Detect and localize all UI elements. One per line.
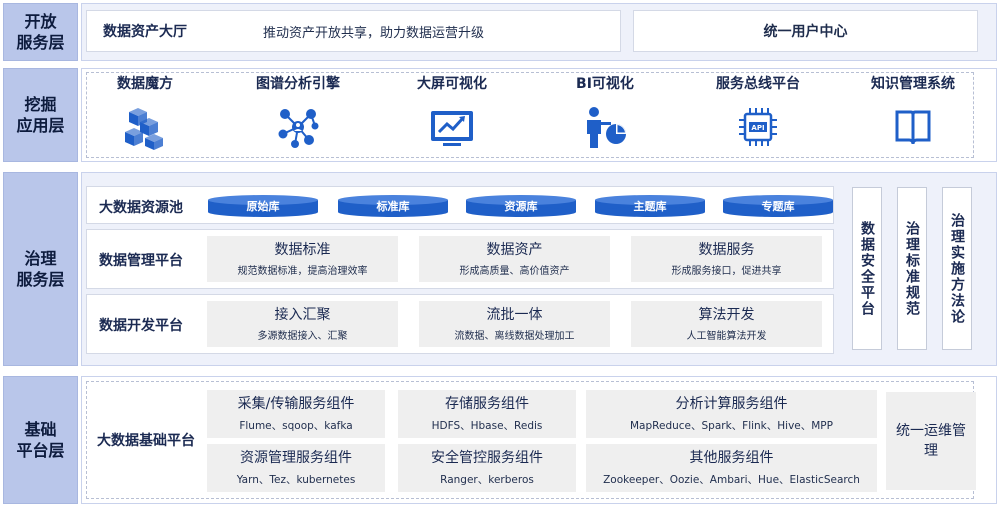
layer-label-mining: 挖掘 应用层 xyxy=(3,68,78,162)
resource-pool-row: 大数据资源池 xyxy=(86,186,834,224)
app-title: BI可视化 xyxy=(576,76,634,92)
library-label: 主题库 xyxy=(633,200,667,213)
data-asset-hall-desc: 推动资产开放共享，助力数据运营升级 xyxy=(263,25,485,41)
component-subtitle: Yarn、Tez、kubernetes xyxy=(236,474,356,486)
book-icon xyxy=(895,110,931,145)
cell-stream-batch[interactable]: 流批一体 流数据、离线数据处理加工 xyxy=(419,301,610,347)
app-title: 服务总线平台 xyxy=(716,76,800,92)
cell-data-service[interactable]: 数据服务 形成服务接口，促进共享 xyxy=(631,236,822,282)
app-data-cube[interactable]: 数据魔方 xyxy=(70,74,220,158)
cell-subtitle: 人工智能算法开发 xyxy=(686,331,767,342)
data-management-title: 数据管理平台 xyxy=(99,253,183,269)
component-title: 资源管理服务组件 xyxy=(240,450,352,466)
data-security-platform[interactable]: 数据安全平台 xyxy=(852,187,882,350)
app-title: 知识管理系统 xyxy=(871,76,955,92)
library-label: 标准库 xyxy=(376,200,410,213)
layer-label-governance: 治理 服务层 xyxy=(3,172,78,366)
cell-algorithm-dev[interactable]: 算法开发 人工智能算法开发 xyxy=(631,301,822,347)
component-subtitle: Flume、sqoop、kafka xyxy=(239,420,353,432)
side-box-label: 治理实施方法论 xyxy=(949,212,965,325)
app-title: 大屏可视化 xyxy=(417,76,487,92)
bi-person-chart-icon xyxy=(587,107,626,148)
comp-storage[interactable]: 存储服务组件 HDFS、Hbase、Redis xyxy=(398,390,576,438)
component-title: 其他服务组件 xyxy=(689,450,774,466)
resource-pool-title: 大数据资源池 xyxy=(99,200,183,216)
foundation-title: 大数据基础平台 xyxy=(97,433,195,449)
component-title: 存储服务组件 xyxy=(445,396,529,412)
library-label: 原始库 xyxy=(246,200,280,213)
library-standard[interactable]: 标准库 xyxy=(338,195,448,217)
library-topic[interactable]: 专题库 xyxy=(723,195,833,217)
component-subtitle: Zookeeper、Oozie、Ambari、Hue、ElasticSearch xyxy=(603,474,860,486)
component-title: 安全管控服务组件 xyxy=(431,450,543,466)
cell-subtitle: 形成高质量、高价值资产 xyxy=(459,266,570,277)
unified-ops-management[interactable]: 统一运维管理 xyxy=(886,392,976,490)
cell-title: 流批一体 xyxy=(486,307,543,323)
cubes-icon xyxy=(125,108,163,150)
governance-methodology[interactable]: 治理实施方法论 xyxy=(942,187,972,350)
component-title: 采集/传输服务组件 xyxy=(237,396,355,412)
component-title: 分析计算服务组件 xyxy=(675,396,788,412)
comp-security-control[interactable]: 安全管控服务组件 Ranger、kerberos xyxy=(398,444,576,492)
cell-data-asset[interactable]: 数据资产 形成高质量、高价值资产 xyxy=(419,236,610,282)
cell-subtitle: 流数据、离线数据处理加工 xyxy=(454,331,575,342)
comp-other-services[interactable]: 其他服务组件 Zookeeper、Oozie、Ambari、Hue、Elasti… xyxy=(586,444,877,492)
side-box-label: 数据安全平台 xyxy=(859,220,875,317)
library-label: 专题库 xyxy=(761,200,795,213)
component-subtitle: Ranger、kerberos xyxy=(440,474,534,486)
cell-subtitle: 多源数据接入、汇聚 xyxy=(257,331,348,342)
governance-standards[interactable]: 治理标准规范 xyxy=(897,187,927,350)
library-resource[interactable]: 资源库 xyxy=(466,195,576,217)
app-service-bus[interactable]: 服务总线平台 API xyxy=(683,74,833,158)
comp-collect-transport[interactable]: 采集/传输服务组件 Flume、sqoop、kafka xyxy=(207,390,385,438)
comp-resource-mgmt[interactable]: 资源管理服务组件 Yarn、Tez、kubernetes xyxy=(207,444,385,492)
cell-subtitle: 规范数据标准，提高治理效率 xyxy=(237,266,368,277)
cell-data-standard[interactable]: 数据标准 规范数据标准，提高治理效率 xyxy=(207,236,398,282)
screen-chart-icon xyxy=(431,111,473,146)
graph-network-icon xyxy=(278,109,319,148)
layer-label-foundation: 基础 平台层 xyxy=(3,376,78,504)
unified-user-center[interactable]: 统一用户中心 xyxy=(633,10,978,52)
layer-label-open: 开放 服务层 xyxy=(3,3,78,61)
cell-title: 数据标准 xyxy=(274,242,331,258)
comp-analytics-compute[interactable]: 分析计算服务组件 MapReduce、Spark、Flink、Hive、MPP xyxy=(586,390,877,438)
data-development-title: 数据开发平台 xyxy=(99,318,183,334)
svg-text:API: API xyxy=(751,124,764,132)
cell-title: 接入汇聚 xyxy=(274,307,331,323)
component-subtitle: MapReduce、Spark、Flink、Hive、MPP xyxy=(630,420,833,432)
side-box-label: 治理标准规范 xyxy=(904,220,920,317)
cell-subtitle: 形成服务接口，促进共享 xyxy=(671,266,782,277)
cell-ingest[interactable]: 接入汇聚 多源数据接入、汇聚 xyxy=(207,301,398,347)
api-chip-icon: API xyxy=(739,108,777,146)
app-knowledge-mgmt[interactable]: 知识管理系统 xyxy=(838,74,988,158)
app-big-screen[interactable]: 大屏可视化 xyxy=(377,74,527,158)
library-original[interactable]: 原始库 xyxy=(208,195,318,217)
library-label: 资源库 xyxy=(504,200,538,213)
component-subtitle: HDFS、Hbase、Redis xyxy=(431,420,543,432)
cell-title: 算法开发 xyxy=(698,307,755,323)
app-bi[interactable]: BI可视化 xyxy=(530,74,680,158)
data-asset-hall-title: 数据资产大厅 xyxy=(103,24,187,40)
cell-title: 数据资产 xyxy=(486,242,543,258)
data-asset-hall[interactable]: 数据资产大厅 推动资产开放共享，助力数据运营升级 xyxy=(86,10,621,52)
library-subject[interactable]: 主题库 xyxy=(595,195,705,217)
cell-title: 数据服务 xyxy=(698,242,755,258)
app-graph-engine[interactable]: 图谱分析引擎 xyxy=(223,74,373,158)
app-title: 数据魔方 xyxy=(117,76,173,92)
app-title: 图谱分析引擎 xyxy=(256,76,340,92)
